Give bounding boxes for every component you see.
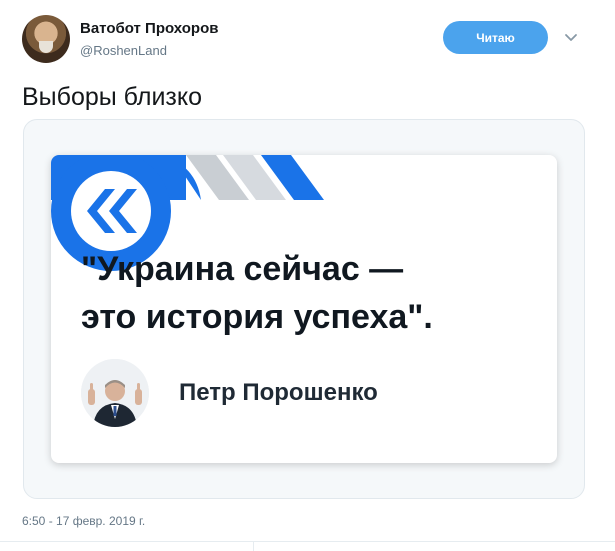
follow-button[interactable]: Читаю bbox=[443, 21, 548, 54]
author-avatar[interactable] bbox=[22, 15, 70, 63]
person-illustration bbox=[81, 359, 149, 427]
bottom-divider bbox=[0, 541, 615, 542]
tweet-author: Ватобот Прохоров @RoshenLand bbox=[80, 19, 218, 60]
tweet-text: Выборы близко bbox=[22, 83, 203, 111]
avatar-beard bbox=[39, 41, 53, 53]
chevron-down-icon[interactable] bbox=[563, 30, 579, 46]
tweet-timestamp[interactable]: 6:50 - 17 февр. 2019 г. bbox=[22, 514, 145, 528]
person-photo bbox=[81, 359, 149, 427]
quote-line-1: "Украина сейчас — bbox=[81, 250, 404, 288]
bottom-divider-tick bbox=[253, 541, 254, 551]
person-name: Петр Порошенко bbox=[179, 379, 378, 406]
quote-line-2: это история успеха". bbox=[81, 298, 433, 336]
author-name[interactable]: Ватобот Прохоров bbox=[80, 19, 218, 39]
tweet-media-card[interactable]: "Украина сейчас — это история успеха". П… bbox=[23, 119, 585, 499]
quote-image: "Украина сейчас — это история успеха". П… bbox=[51, 155, 557, 463]
quote-text: "Украина сейчас — это история успеха". bbox=[81, 245, 433, 341]
author-handle[interactable]: @RoshenLand bbox=[80, 42, 218, 60]
